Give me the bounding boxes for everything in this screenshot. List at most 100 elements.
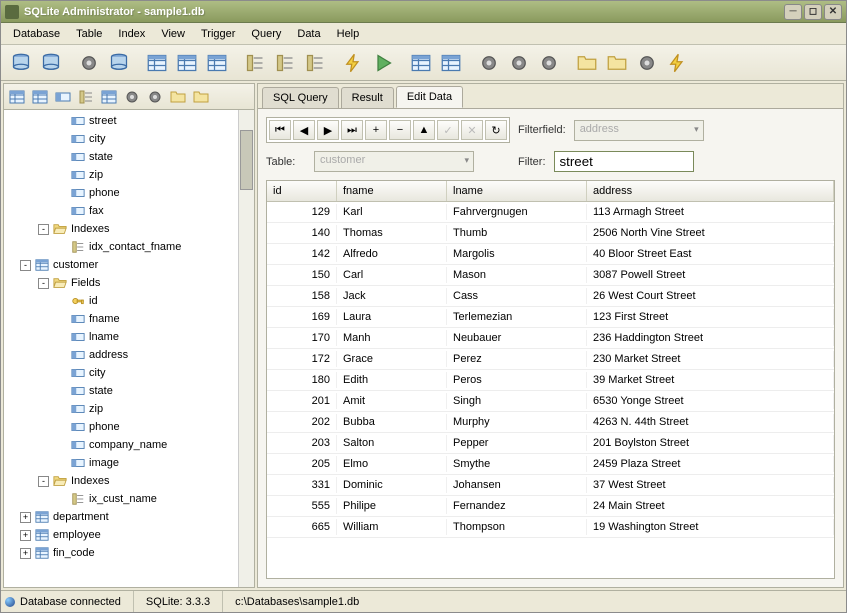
tree-scrollbar[interactable] [238,110,254,587]
cell-fname[interactable]: Elmo [337,456,447,472]
tree-item[interactable]: address [4,346,254,364]
tree-item[interactable]: state [4,148,254,166]
cell-address[interactable]: 39 Market Street [587,372,834,388]
add-record-button[interactable]: + [365,120,387,140]
edit-table-button[interactable] [173,49,201,77]
filter-input[interactable] [554,151,694,172]
menu-view[interactable]: View [153,26,193,42]
cell-lname[interactable]: Peros [447,372,587,388]
tab-result[interactable]: Result [341,87,394,108]
column-header-id[interactable]: id [267,181,337,201]
table-view-button[interactable] [29,87,51,107]
cell-lname[interactable]: Murphy [447,414,587,430]
table-row[interactable]: 142AlfredoMargolis40 Bloor Street East [267,244,834,265]
cell-lname[interactable]: Thompson [447,519,587,535]
table-row[interactable]: 169LauraTerlemezian123 First Street [267,307,834,328]
refresh-records-button[interactable]: ↻ [485,120,507,140]
cell-lname[interactable]: Thumb [447,225,587,241]
maximize-button[interactable]: ◻ [804,4,822,20]
cell-fname[interactable]: Amit [337,393,447,409]
drop-index-button[interactable] [301,49,329,77]
new-index-button[interactable] [241,49,269,77]
table-row[interactable]: 203SaltonPepper201 Boylston Street [267,433,834,454]
column-header-lname[interactable]: lname [447,181,587,201]
run-script-button[interactable] [369,49,397,77]
cell-address[interactable]: 26 West Court Street [587,288,834,304]
table-combo[interactable]: customer [314,151,474,172]
schema-tree[interactable]: streetcitystatezipphonefax-Indexesidx_co… [4,110,254,587]
delete-record-button[interactable]: − [389,120,411,140]
tree-item[interactable]: state [4,382,254,400]
cell-lname[interactable]: Johansen [447,477,587,493]
table-row[interactable]: 180EdithPeros39 Market Street [267,370,834,391]
tab-sql-query[interactable]: SQL Query [262,87,339,108]
tree-item[interactable]: -Indexes [4,220,254,238]
cell-id[interactable]: 555 [267,498,337,514]
menu-help[interactable]: Help [329,26,368,42]
cell-lname[interactable]: Fahrvergnugen [447,204,587,220]
cell-address[interactable]: 2459 Plaza Street [587,456,834,472]
last-record-button[interactable]: ⏭ [341,120,363,140]
next-record-button[interactable]: ▶ [317,120,339,140]
cell-lname[interactable]: Perez [447,351,587,367]
misc3-button[interactable] [190,87,212,107]
column-header-fname[interactable]: fname [337,181,447,201]
cell-fname[interactable]: Thomas [337,225,447,241]
close-button[interactable]: ✕ [824,4,842,20]
tool6-button[interactable] [633,49,661,77]
export-button[interactable] [407,49,435,77]
menu-database[interactable]: Database [5,26,68,42]
import-button[interactable] [437,49,465,77]
tree-item[interactable]: +department [4,508,254,526]
new-table-button[interactable] [143,49,171,77]
tree-item[interactable]: ix_cust_name [4,490,254,508]
cell-fname[interactable]: Laura [337,309,447,325]
cell-fname[interactable]: Edith [337,372,447,388]
cell-fname[interactable]: Karl [337,204,447,220]
tree-item[interactable]: zip [4,166,254,184]
cell-id[interactable]: 170 [267,330,337,346]
tree-item[interactable]: +fin_code [4,544,254,562]
tool7-button[interactable] [663,49,691,77]
tree-item[interactable]: city [4,364,254,382]
view-view-button[interactable] [98,87,120,107]
cell-lname[interactable]: Cass [447,288,587,304]
table-row[interactable]: 170ManhNeubauer236 Haddington Street [267,328,834,349]
menu-index[interactable]: Index [110,26,153,42]
menu-table[interactable]: Table [68,26,110,42]
collapse-icon[interactable]: - [38,278,49,289]
menu-trigger[interactable]: Trigger [193,26,243,42]
drop-table-button[interactable] [203,49,231,77]
tree-item[interactable]: +employee [4,526,254,544]
tree-item[interactable]: idx_contact_fname [4,238,254,256]
cell-address[interactable]: 4263 N. 44th Street [587,414,834,430]
cancel-record-button[interactable]: ✕ [461,120,483,140]
tool5-button[interactable] [603,49,631,77]
table-row[interactable]: 172GracePerez230 Market Street [267,349,834,370]
menu-query[interactable]: Query [243,26,289,42]
misc1-button[interactable] [144,87,166,107]
tool3-button[interactable] [535,49,563,77]
table-row[interactable]: 129KarlFahrvergnugen113 Armagh Street [267,202,834,223]
cell-address[interactable]: 3087 Powell Street [587,267,834,283]
cell-fname[interactable]: Grace [337,351,447,367]
first-record-button[interactable]: ⏮ [269,120,291,140]
cell-address[interactable]: 2506 North Vine Street [587,225,834,241]
edit-record-button[interactable]: ▲ [413,120,435,140]
cell-fname[interactable]: Bubba [337,414,447,430]
cell-id[interactable]: 142 [267,246,337,262]
table-row[interactable]: 140ThomasThumb2506 North Vine Street [267,223,834,244]
cell-lname[interactable]: Smythe [447,456,587,472]
cell-lname[interactable]: Margolis [447,246,587,262]
expand-icon[interactable]: + [20,548,31,559]
tree-item[interactable]: -Fields [4,274,254,292]
cell-id[interactable]: 331 [267,477,337,493]
run-query-button[interactable] [339,49,367,77]
tree-item[interactable]: id [4,292,254,310]
table-row[interactable]: 202BubbaMurphy4263 N. 44th Street [267,412,834,433]
tree-item[interactable]: city [4,130,254,148]
cell-lname[interactable]: Mason [447,267,587,283]
tree-item[interactable]: phone [4,184,254,202]
tree-item[interactable]: -customer [4,256,254,274]
menu-data[interactable]: Data [289,26,328,42]
